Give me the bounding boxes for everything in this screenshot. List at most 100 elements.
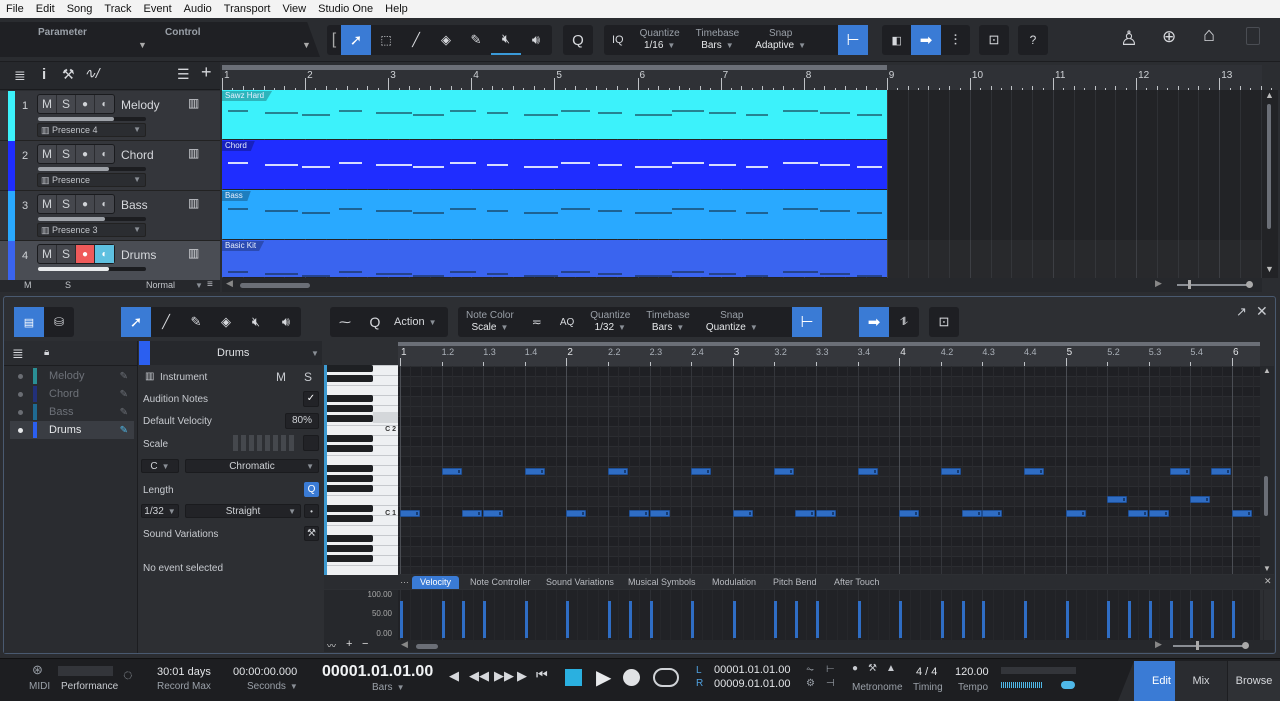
footer-solo-all[interactable]: S bbox=[65, 280, 71, 290]
help-button[interactable]: ? bbox=[1018, 25, 1048, 55]
close-editor-icon[interactable]: ✕ bbox=[1256, 303, 1268, 320]
menu-help[interactable]: Help bbox=[379, 3, 414, 15]
track-name[interactable]: Bass bbox=[121, 198, 148, 212]
velocity-bar[interactable] bbox=[441, 601, 445, 638]
velocity-bar[interactable] bbox=[1190, 601, 1194, 638]
mute-button[interactable]: M bbox=[38, 245, 57, 263]
white-key[interactable] bbox=[327, 385, 398, 386]
snap-select[interactable]: Snap Adaptive ▼ bbox=[747, 28, 814, 52]
editor-paint-tool[interactable]: ✎ bbox=[181, 307, 211, 337]
white-key[interactable] bbox=[327, 565, 398, 566]
velocity-bar[interactable] bbox=[462, 601, 466, 638]
cursor-follow-button[interactable]: ⫶ bbox=[941, 25, 970, 55]
footer-menu-icon[interactable]: ≡ bbox=[207, 279, 213, 290]
editor-eraser-tool[interactable]: ◈ bbox=[211, 307, 241, 337]
black-key[interactable] bbox=[327, 515, 373, 522]
editor-timebase-select[interactable]: Timebase Bars ▼ bbox=[638, 310, 698, 334]
editor-track-bass[interactable]: Bass ✎ bbox=[10, 403, 134, 421]
lock-icon[interactable]: 🔒︎ bbox=[44, 347, 49, 358]
midi-note[interactable] bbox=[1065, 510, 1086, 517]
drum-view-button[interactable]: ⛁ bbox=[44, 307, 74, 337]
black-key[interactable] bbox=[327, 365, 373, 372]
instrument-select[interactable]: ▥ Presence ▼ bbox=[37, 173, 146, 187]
clip-basic-kit[interactable]: Basic Kit bbox=[222, 240, 887, 277]
editor-scroll-up[interactable]: ▲ bbox=[1263, 366, 1271, 375]
midi-note[interactable] bbox=[1148, 510, 1169, 517]
midi-note[interactable] bbox=[732, 510, 753, 517]
quantize-select[interactable]: Quantize 1/16 ▼ bbox=[632, 28, 688, 52]
transform-icon[interactable]: ⁓ bbox=[330, 307, 360, 337]
menu-event[interactable]: Event bbox=[138, 3, 178, 15]
midi-note[interactable] bbox=[483, 510, 504, 517]
pre-roll-icon[interactable]: ⊣ bbox=[826, 678, 835, 689]
document-icon[interactable] bbox=[1246, 27, 1260, 45]
default-velocity-field[interactable]: 80% bbox=[285, 413, 319, 429]
clip-sawz-hard[interactable]: Sawz Hard bbox=[222, 90, 887, 139]
editor-hscroll[interactable]: ◀ ▶ bbox=[398, 639, 1274, 652]
menu-song[interactable]: Song bbox=[61, 3, 99, 15]
scale-type-select[interactable]: Chromatic ▼ bbox=[185, 459, 319, 473]
mute-button[interactable]: M bbox=[38, 195, 57, 213]
aq-button[interactable]: AQ bbox=[552, 317, 582, 328]
detach-editor-icon[interactable]: ↗ bbox=[1236, 304, 1247, 320]
mute-button[interactable]: M bbox=[38, 145, 57, 163]
velocity-bar[interactable] bbox=[732, 601, 736, 638]
monitor-button[interactable]: ◐ bbox=[95, 95, 114, 113]
instrument-icon[interactable]: ▥ bbox=[188, 196, 199, 210]
velocity-bar[interactable] bbox=[961, 601, 965, 638]
midi-note[interactable] bbox=[608, 468, 628, 475]
browse-mode-button[interactable]: Browse bbox=[1227, 661, 1280, 701]
wrench-icon[interactable]: ⚒︎ bbox=[62, 66, 75, 83]
arrange-vscroll-thumb[interactable] bbox=[1267, 104, 1271, 229]
editor-listen-tool[interactable]: 🔊︎ bbox=[271, 307, 301, 337]
menu-view[interactable]: View bbox=[276, 3, 312, 15]
midi-note[interactable] bbox=[795, 510, 816, 517]
black-key[interactable] bbox=[327, 535, 373, 542]
midi-note[interactable] bbox=[1211, 468, 1232, 475]
settings-gear-icon[interactable]: ⚙︎ bbox=[806, 678, 815, 689]
velocity-bar[interactable] bbox=[400, 601, 403, 638]
snap-toggle-button[interactable]: ⊢ bbox=[838, 25, 868, 55]
menu-edit[interactable]: Edit bbox=[30, 3, 61, 15]
black-key[interactable] bbox=[327, 435, 373, 442]
rewind-icon[interactable]: ◀◀ bbox=[469, 668, 489, 684]
zoom-slider-handle[interactable] bbox=[1188, 280, 1191, 289]
editor-vscroll[interactable]: ▲ ▼ bbox=[1260, 366, 1274, 574]
piano-roll-grid[interactable] bbox=[398, 366, 1260, 574]
velocity-bar[interactable] bbox=[1148, 601, 1152, 638]
edit-pencil-icon[interactable]: ✎ bbox=[120, 407, 128, 418]
monitor-button[interactable]: ◐ bbox=[95, 145, 114, 163]
track-list-menu-icon[interactable]: ≣ bbox=[14, 67, 26, 84]
velocity-bar[interactable] bbox=[608, 601, 611, 638]
editor-track-drums[interactable]: Drums ✎ bbox=[10, 421, 134, 439]
tab-modulation[interactable]: Modulation bbox=[704, 576, 764, 589]
volume-fader[interactable] bbox=[38, 267, 146, 271]
home-icon[interactable]: ⌂ bbox=[1203, 24, 1215, 47]
velocity-lane[interactable] bbox=[398, 590, 1275, 640]
midi-note[interactable] bbox=[649, 510, 670, 517]
black-key[interactable] bbox=[327, 375, 373, 382]
monitor-button[interactable]: ◐ bbox=[95, 195, 114, 213]
velocity-bar[interactable] bbox=[940, 601, 944, 638]
action-menu[interactable]: Action ▼ bbox=[390, 316, 437, 328]
black-key[interactable] bbox=[327, 445, 373, 452]
scroll-down-icon[interactable]: ▼ bbox=[1265, 264, 1274, 274]
draw-curve-icon[interactable]: 〰 bbox=[327, 639, 336, 652]
editor-zoom-fit-button[interactable]: ⊡ bbox=[929, 307, 959, 337]
editor-scroll-thumb[interactable] bbox=[416, 644, 438, 649]
volume-fader[interactable] bbox=[38, 117, 146, 121]
midi-note[interactable] bbox=[400, 510, 420, 517]
quantize-q-button[interactable]: Q bbox=[563, 25, 593, 55]
performance-label[interactable]: Performance bbox=[61, 681, 118, 692]
tab-after-touch[interactable]: After Touch bbox=[826, 576, 887, 589]
audition-notes-checkbox[interactable]: ✓ bbox=[303, 391, 319, 407]
velocity-bar[interactable] bbox=[566, 601, 570, 638]
midi-note[interactable] bbox=[691, 468, 712, 475]
arrange-lanes[interactable]: Sawz Hard Chord Bass Basic Kit bbox=[222, 90, 1262, 278]
inspector-mute-button[interactable]: M bbox=[276, 370, 286, 384]
track-header-chord[interactable]: 2 M S ● ◐ Chord ▥ ▥ Presence ▼ bbox=[0, 141, 220, 191]
loop-button[interactable] bbox=[653, 668, 679, 687]
velocity-bar[interactable] bbox=[899, 601, 903, 638]
black-key[interactable] bbox=[327, 405, 373, 412]
length-dot-button[interactable]: • bbox=[304, 504, 319, 518]
